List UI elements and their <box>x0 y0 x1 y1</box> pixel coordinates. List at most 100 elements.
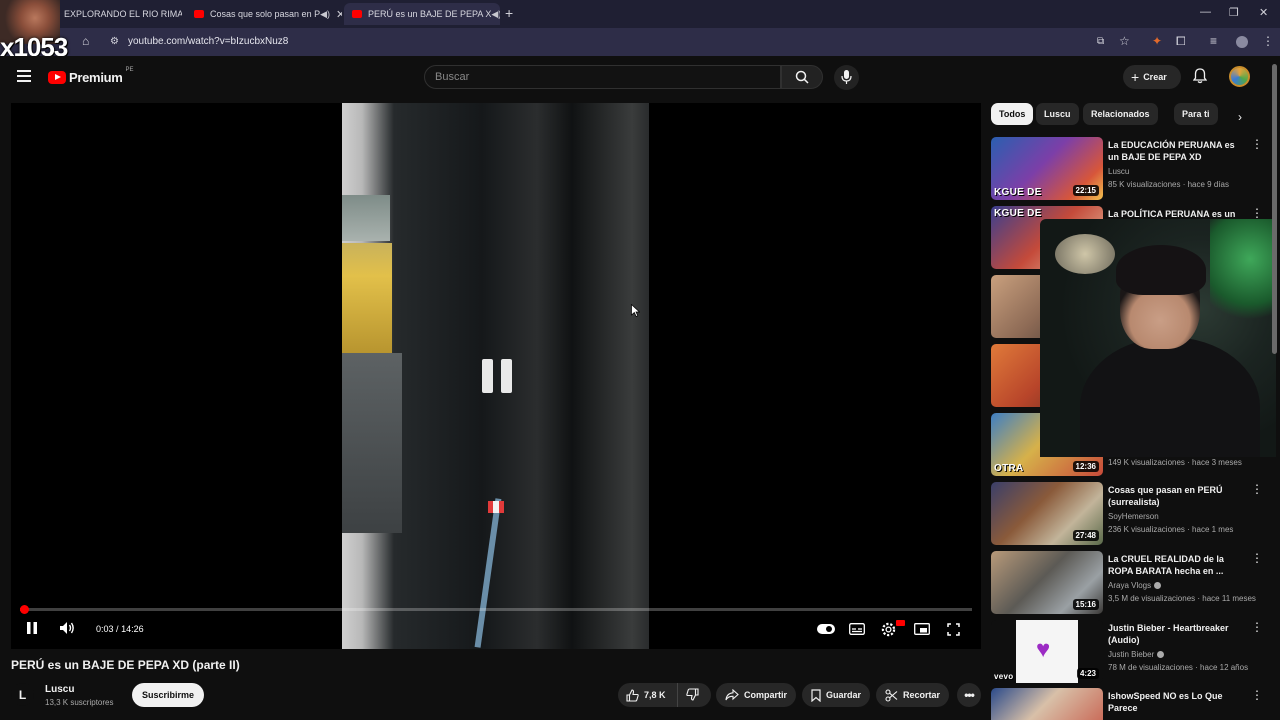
recommendation-channel[interactable]: SoyHemerson <box>1108 512 1159 521</box>
recommendation-meta: 85 K visualizaciones · hace 9 días <box>1108 180 1229 189</box>
recommendation-meta: 78 M de visualizaciones · hace 12 años <box>1108 663 1249 672</box>
video-thumbnail[interactable]: KGUE DE 22:15 <box>991 137 1103 200</box>
recommended-video[interactable]: 15:16 La CRUEL REALIDAD de la ROPA BARAT… <box>991 551 1271 615</box>
speaker-icon[interactable]: ◀) <box>320 9 330 20</box>
browser-tab-active[interactable]: PERÚ es un BAJE DE PEPA X ◀) ✕ <box>344 3 500 25</box>
brand-label: Premium <box>69 70 123 85</box>
hamburger-menu-icon[interactable] <box>17 70 31 85</box>
close-window-icon[interactable]: ✕ <box>1259 6 1268 19</box>
tab-title: EXPLORANDO EL RIO RIMA <box>64 9 182 19</box>
video-player[interactable]: 0:03 / 14:26 <box>11 103 981 649</box>
minimize-icon[interactable]: — <box>1200 6 1211 18</box>
chip-for-you[interactable]: Para ti <box>1174 103 1218 125</box>
recommendation-meta: 149 K visualizaciones · hace 3 meses <box>1108 458 1242 467</box>
share-button[interactable]: Compartir <box>716 683 797 707</box>
account-avatar[interactable] <box>1229 66 1250 87</box>
more-vertical-icon[interactable]: ⋮ <box>1251 689 1263 701</box>
more-vertical-icon[interactable]: ⋮ <box>1251 621 1263 633</box>
subtitles-icon[interactable] <box>849 623 865 635</box>
speaker-icon[interactable]: ◀) <box>491 9 500 20</box>
filter-chips: Todos Luscu Relacionados Para ti <box>991 103 1261 125</box>
extension-icon[interactable]: ✦ <box>1152 34 1162 48</box>
chip-related[interactable]: Relacionados <box>1083 103 1158 125</box>
recommendation-title[interactable]: Cosas que pasan en PERÚ (surrealista) <box>1108 484 1248 508</box>
bookmark-star-icon[interactable]: ☆ <box>1119 34 1130 48</box>
autoplay-toggle[interactable] <box>817 624 835 634</box>
settings-gear-icon[interactable] <box>881 622 896 637</box>
recommendation-channel[interactable]: Araya Vlogs <box>1108 581 1162 590</box>
recommendation-title[interactable]: Justin Bieber - Heartbreaker (Audio) <box>1108 622 1248 646</box>
theater-mode-icon[interactable] <box>914 623 930 635</box>
home-icon[interactable]: ⌂ <box>82 34 89 48</box>
site-settings-icon[interactable]: ⚙ <box>110 36 119 47</box>
recommendation-title[interactable]: La CRUEL REALIDAD de la ROPA BARATA hech… <box>1108 553 1248 577</box>
more-vertical-icon[interactable]: ⋮ <box>1251 483 1263 495</box>
install-app-icon[interactable]: ⧉ <box>1097 36 1104 47</box>
page-scrollbar[interactable] <box>1272 64 1277 354</box>
browser-menu-icon[interactable]: ⋮ <box>1262 34 1274 48</box>
url-field[interactable]: youtube.com/watch?v=bIzucbxNuz8 <box>128 36 288 47</box>
new-tab-icon[interactable]: + <box>505 5 513 21</box>
recommendation-meta: 3,5 M de visualizaciones · hace 11 meses <box>1108 594 1256 603</box>
subscriber-count: 13,3 K suscriptores <box>45 698 114 707</box>
recommended-video[interactable]: 27:48 Cosas que pasan en PERÚ (surrealis… <box>991 482 1271 546</box>
duration-badge: 4:23 <box>1076 668 1099 679</box>
chevron-right-icon[interactable]: › <box>1238 110 1242 124</box>
close-tab-icon[interactable]: ✕ <box>336 8 342 21</box>
subscribe-button[interactable]: Suscribirme <box>132 683 204 707</box>
pause-icon[interactable] <box>26 621 38 635</box>
scissors-icon <box>885 688 898 702</box>
volume-icon[interactable] <box>59 621 75 635</box>
maximize-icon[interactable]: ❐ <box>1229 6 1239 19</box>
recommendation-title[interactable]: IshowSpeed NO es Lo Que Parece <box>1108 690 1248 714</box>
like-button[interactable]: 7,8 K <box>618 683 678 707</box>
video-thumbnail[interactable]: ♥ vevo 4:23 <box>991 620 1103 683</box>
more-vertical-icon[interactable]: ⋮ <box>1251 138 1263 150</box>
video-thumbnail[interactable] <box>991 688 1103 720</box>
browser-tab[interactable]: EXPLORANDO EL RIO RIMA ✕ <box>56 3 182 25</box>
time-current: 0:03 <box>96 624 114 634</box>
youtube-play-logo-icon <box>48 71 66 84</box>
create-button[interactable]: + Crear <box>1123 65 1181 89</box>
chip-all[interactable]: Todos <box>991 103 1034 125</box>
extensions-puzzle-icon[interactable]: ⧠ <box>1176 34 1186 49</box>
recommended-video[interactable]: KGUE DE 22:15 La EDUCACIÓN PERUANA es un… <box>991 137 1271 201</box>
recommendation-title[interactable]: La EDUCACIÓN PERUANA es un BAJE DE PEPA … <box>1108 139 1248 163</box>
recommended-video[interactable]: IshowSpeed NO es Lo Que Parece ⋮ <box>991 688 1271 720</box>
more-actions-button[interactable]: ••• <box>957 683 981 707</box>
channel-label: Araya Vlogs <box>1108 581 1152 590</box>
profile-icon[interactable] <box>1236 36 1248 48</box>
channel-avatar[interactable]: L <box>11 683 34 706</box>
clip-button[interactable]: Recortar <box>876 683 950 707</box>
video-thumbnail[interactable]: 27:48 <box>991 482 1103 545</box>
recommendation-channel[interactable]: Justin Bieber <box>1108 650 1165 659</box>
save-label: Guardar <box>826 690 862 700</box>
search-button[interactable] <box>781 65 823 89</box>
progress-scrubber-handle[interactable] <box>20 605 29 614</box>
channel-label: Justin Bieber <box>1108 650 1155 659</box>
voice-search-button[interactable] <box>834 65 859 90</box>
more-vertical-icon[interactable]: ⋮ <box>1251 207 1263 219</box>
channel-name[interactable]: Luscu <box>45 684 74 695</box>
more-vertical-icon[interactable]: ⋮ <box>1251 552 1263 564</box>
search-input[interactable]: Buscar <box>424 65 781 89</box>
dislike-button[interactable] <box>678 687 704 703</box>
verified-check-icon <box>1154 582 1162 590</box>
youtube-favicon-icon <box>352 10 362 18</box>
thumbs-up-icon <box>626 688 639 702</box>
browser-tab[interactable]: Cosas que solo pasan en P ◀) ✕ <box>186 3 342 25</box>
time-display: 0:03 / 14:26 <box>96 624 144 634</box>
like-dislike-group: 7,8 K <box>618 683 711 707</box>
recommendation-channel[interactable]: Luscu <box>1108 167 1129 176</box>
thumbnail-text: KGUE DE <box>994 208 1042 219</box>
media-control-icon[interactable]: ≡ <box>1210 34 1217 48</box>
recommended-video[interactable]: ♥ vevo 4:23 Justin Bieber - Heartbreaker… <box>991 620 1271 684</box>
video-progress-bar[interactable] <box>20 605 972 614</box>
chip-luscu[interactable]: Luscu <box>1036 103 1079 125</box>
video-thumbnail[interactable]: 15:16 <box>991 551 1103 614</box>
youtube-premium-logo[interactable]: Premium PE <box>48 67 134 85</box>
notifications-bell-icon[interactable] <box>1193 68 1207 84</box>
save-button[interactable]: Guardar <box>802 683 871 707</box>
fullscreen-icon[interactable] <box>947 623 960 636</box>
pause-overlay-icon[interactable] <box>482 359 512 393</box>
